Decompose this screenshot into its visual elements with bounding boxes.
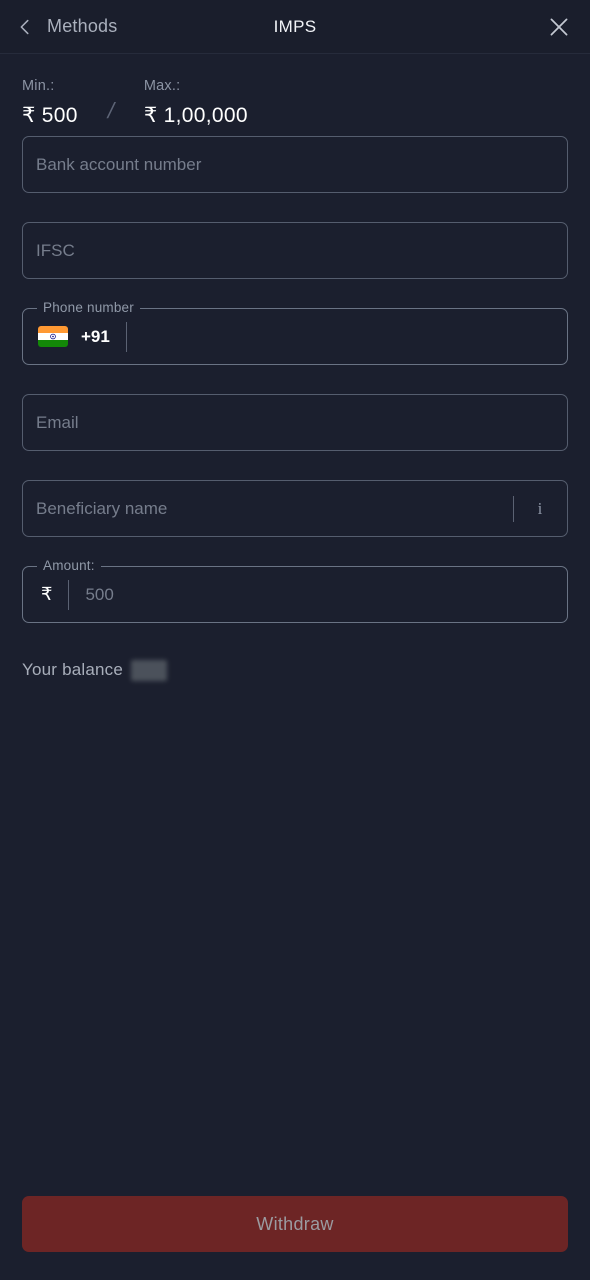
chevron-left-icon — [14, 16, 36, 38]
min-limit-value: ₹ 500 — [22, 104, 78, 127]
max-limit-value: ₹ 1,00,000 — [143, 104, 248, 127]
close-icon — [550, 18, 568, 35]
phone-number-legend: Phone number — [37, 300, 140, 315]
limits-summary: Min.: ₹ 500 / Max.: ₹ 1,00,000 — [0, 54, 590, 136]
min-limit-label: Min.: — [22, 78, 55, 94]
beneficiary-name-field[interactable]: i — [22, 480, 568, 537]
bank-account-field[interactable] — [22, 136, 568, 193]
amount-input[interactable] — [85, 567, 554, 622]
app-header: Methods IMPS — [0, 0, 590, 54]
phone-dial-code: +91 — [81, 326, 110, 346]
bank-account-input[interactable] — [36, 137, 554, 192]
rupee-symbol-icon: ₹ — [41, 584, 53, 604]
phone-number-input[interactable] — [142, 309, 554, 364]
limits-separator: / — [105, 98, 117, 123]
ifsc-input[interactable] — [36, 223, 554, 278]
info-icon[interactable]: i — [530, 499, 550, 519]
withdraw-button[interactable]: Withdraw — [22, 1196, 568, 1252]
phone-field-divider — [125, 321, 127, 352]
footer: Withdraw — [0, 1196, 590, 1280]
max-limit: Max.: ₹ 1,00,000 — [144, 78, 248, 128]
back-button-label: Methods — [47, 16, 118, 36]
beneficiary-trailing: i — [497, 495, 550, 522]
india-flag-icon — [38, 326, 68, 347]
withdraw-form: Phone number +91 i — [0, 136, 590, 652]
balance-label: Your balance — [22, 660, 124, 679]
imps-withdraw-screen: Methods IMPS Min.: ₹ 500 / Max.: ₹ 1,00,… — [0, 0, 590, 1280]
email-field[interactable] — [22, 394, 568, 451]
max-limit-label: Max.: — [143, 78, 181, 94]
ifsc-field[interactable] — [22, 222, 568, 279]
phone-number-field[interactable]: Phone number +91 — [22, 300, 568, 365]
close-button[interactable] — [544, 12, 574, 42]
beneficiary-name-input[interactable] — [36, 481, 497, 536]
balance-value-redacted — [131, 659, 168, 681]
back-button[interactable]: Methods — [14, 16, 117, 38]
balance-row: Your balance — [0, 652, 590, 686]
amount-field[interactable]: Amount: ₹ — [22, 558, 568, 623]
amount-field-divider — [68, 579, 70, 610]
amount-legend: Amount: — [37, 558, 101, 573]
min-limit: Min.: ₹ 500 — [22, 78, 78, 128]
beneficiary-field-divider — [513, 495, 514, 522]
email-input[interactable] — [36, 395, 554, 450]
